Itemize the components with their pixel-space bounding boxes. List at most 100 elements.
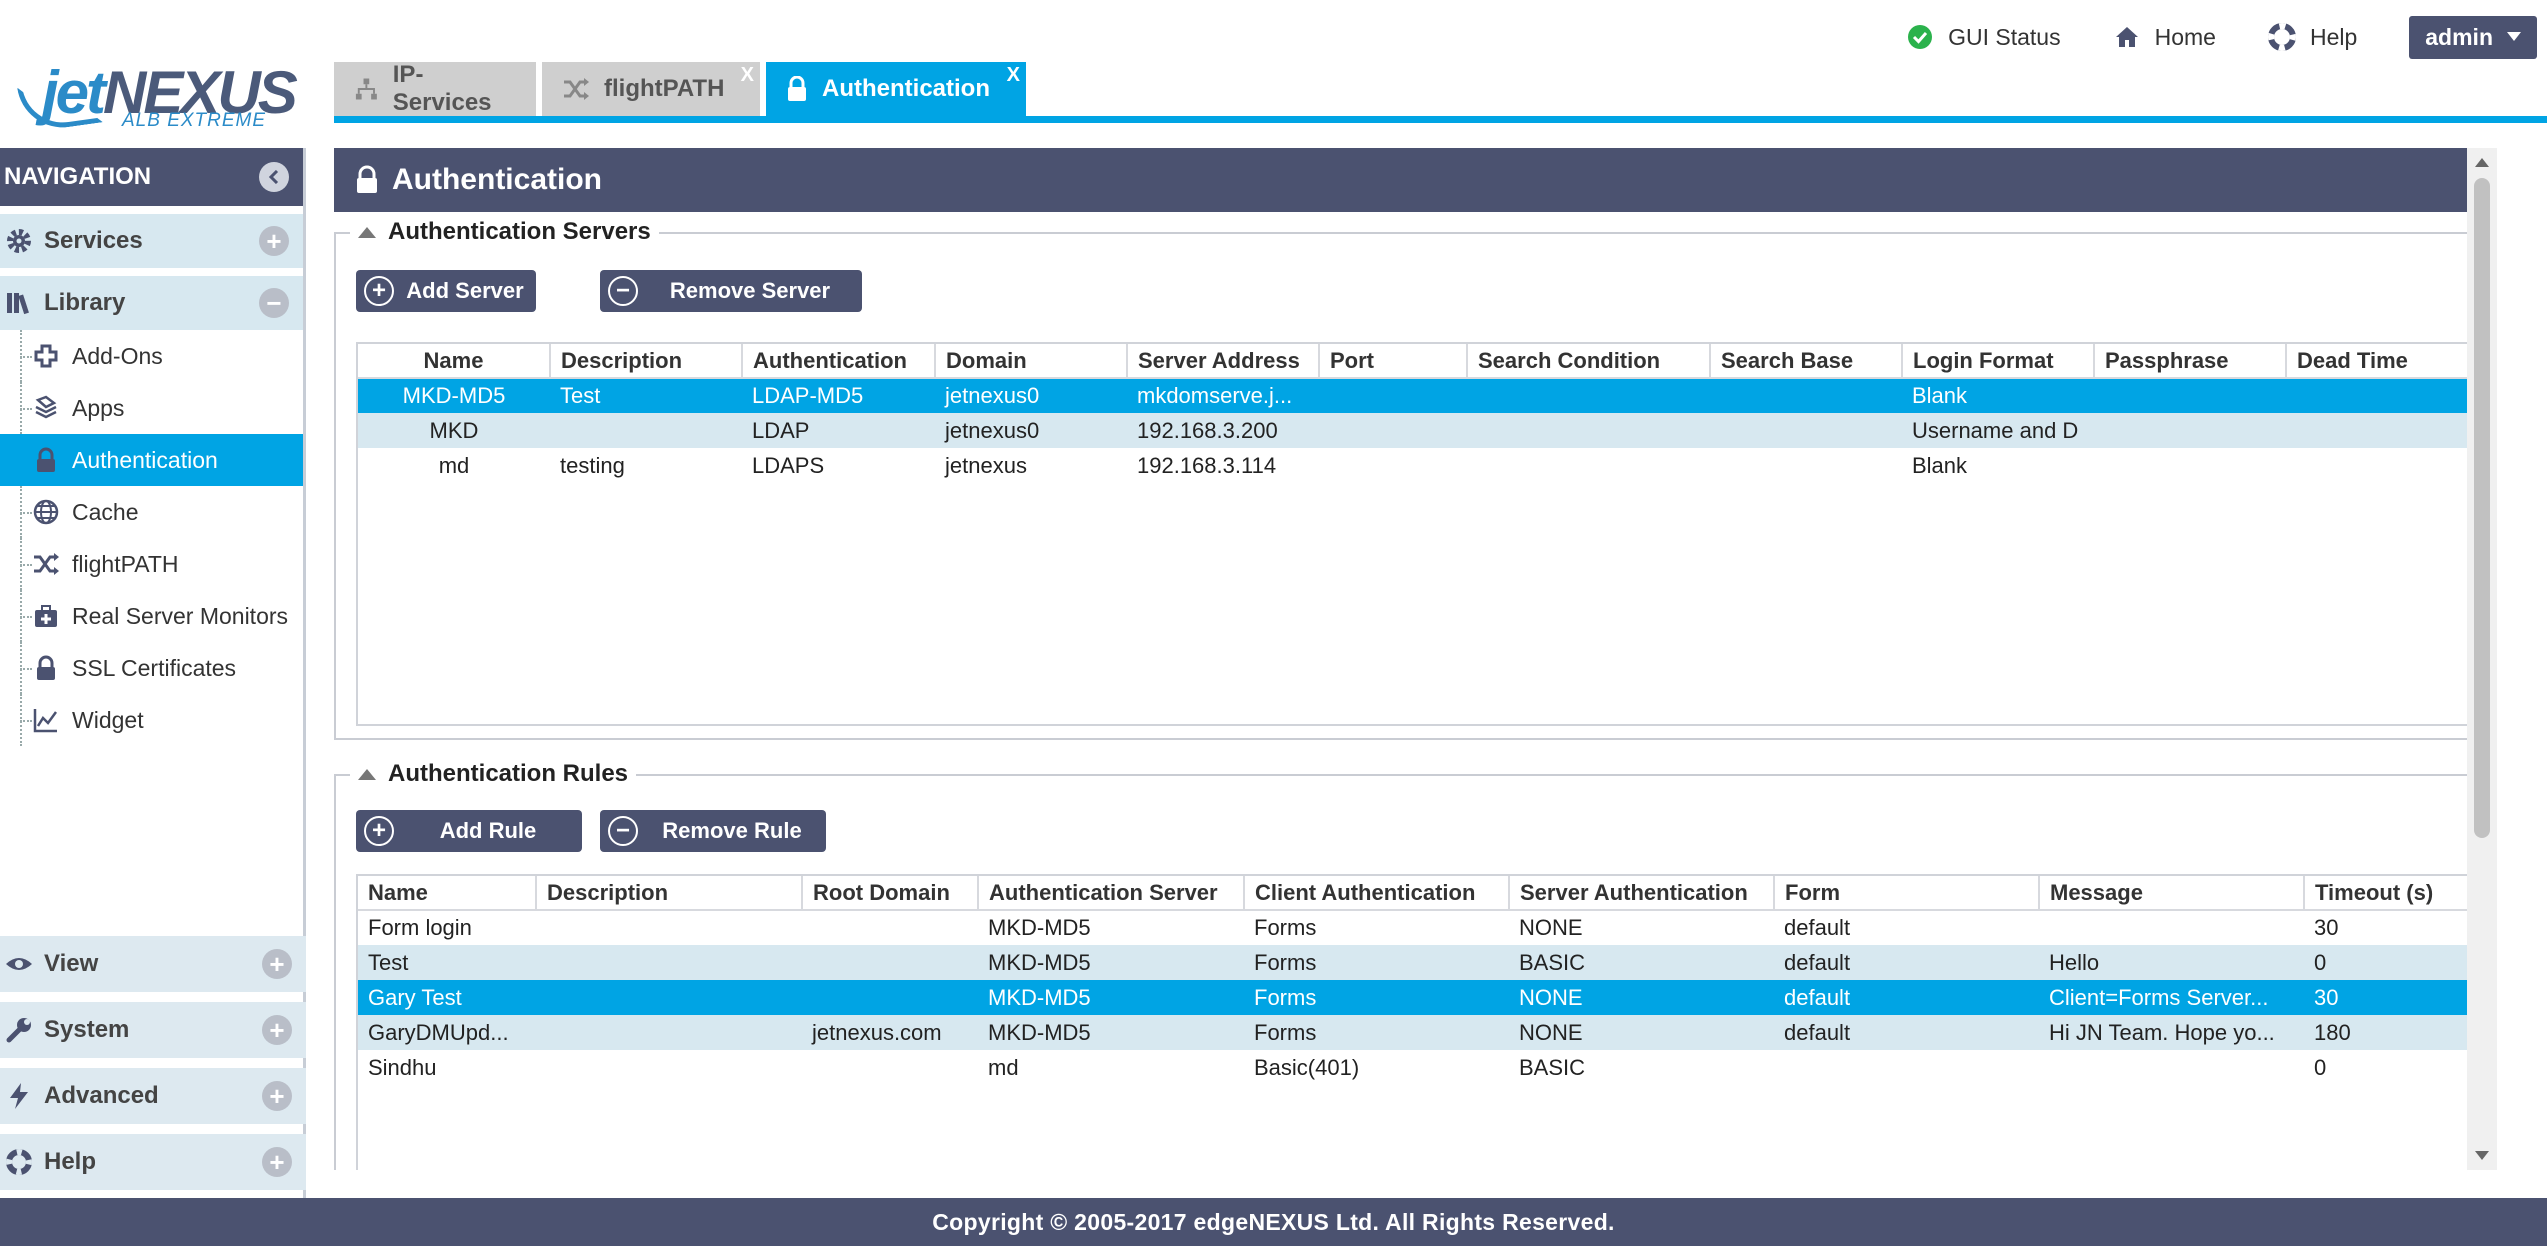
sidebar-item-ssl-certificates[interactable]: SSL Certificates (14, 642, 303, 694)
panel-header: Authentication (334, 148, 2497, 212)
tab-close-icon[interactable]: X (741, 64, 754, 87)
minus-circle-icon: − (608, 276, 638, 306)
column-header[interactable]: Root Domain (802, 876, 979, 911)
expand-icon[interactable]: + (262, 1015, 292, 1045)
table-row[interactable]: Sindhu md Basic(401) BASIC 0 (358, 1050, 2479, 1085)
tab-ip-services[interactable]: IP-Services (334, 61, 536, 116)
column-header[interactable]: Search Base (1710, 344, 1903, 379)
nav-section-services[interactable]: Services + (0, 214, 303, 268)
tab-label: Authentication (822, 75, 990, 102)
column-header[interactable]: Domain (935, 344, 1128, 379)
table-row[interactable]: GaryDMUpd... jetnexus.com MKD-MD5 Forms … (358, 1015, 2479, 1050)
nav-section-library[interactable]: Library − (0, 276, 303, 330)
add-server-button[interactable]: + Add Server (356, 270, 536, 312)
column-header[interactable]: Client Authentication (1244, 876, 1510, 911)
table-cell: Test (550, 378, 742, 413)
nav-section-advanced[interactable]: Advanced + (0, 1068, 306, 1124)
column-header[interactable]: Description (536, 876, 803, 911)
nav-section-system[interactable]: System + (0, 1002, 306, 1058)
stack-icon (35, 395, 57, 419)
table-cell: Hello (2039, 945, 2304, 980)
column-header[interactable]: Message (2039, 876, 2305, 911)
column-header[interactable]: Passphrase (2094, 344, 2287, 379)
nav-section-help[interactable]: Help + (0, 1134, 306, 1190)
nav-section-view[interactable]: View + (0, 936, 306, 992)
shuffle-icon (564, 78, 589, 100)
table-row[interactable]: Gary Test MKD-MD5 Forms NONE default Cli… (358, 980, 2479, 1015)
sidebar-item-widget[interactable]: Widget (14, 694, 303, 746)
add-rule-button[interactable]: + Add Rule (356, 810, 582, 852)
gui-status-link[interactable]: GUI Status (1906, 23, 2061, 51)
table-cell: MKD-MD5 (988, 915, 1091, 940)
expand-icon[interactable]: + (262, 1147, 292, 1177)
column-header[interactable]: Search Condition (1467, 344, 1711, 379)
scroll-up-arrow-icon[interactable] (2475, 158, 2489, 167)
table-cell (1710, 378, 1902, 413)
column-header[interactable]: Dead Time (2286, 344, 2480, 379)
help-link[interactable]: Help (2267, 23, 2357, 51)
column-header[interactable]: Form (1774, 876, 2040, 911)
sidebar-item-cache[interactable]: Cache (14, 486, 303, 538)
table-cell (1710, 413, 1902, 448)
sidebar-item-add-ons[interactable]: Add-Ons (14, 330, 303, 382)
navigation-title: NAVIGATION (4, 163, 152, 190)
collapse-icon[interactable]: − (259, 288, 289, 318)
sidebar-item-flightpath[interactable]: flightPATH (14, 538, 303, 590)
table-row[interactable]: Form login MKD-MD5 Forms NONE default 30 (358, 910, 2479, 945)
user-name: admin (2425, 23, 2493, 50)
column-header[interactable]: Name (358, 344, 551, 379)
expand-icon[interactable]: + (259, 226, 289, 256)
table-row[interactable]: MKD-MD5 Test LDAP-MD5 jetnexus0 mkdomser… (358, 378, 2479, 413)
column-header[interactable]: Authentication Server (978, 876, 1245, 911)
tab-close-icon[interactable]: X (1007, 64, 1020, 87)
navigation-header: NAVIGATION (0, 148, 303, 206)
nav-section-label: System (44, 1016, 130, 1043)
column-header[interactable]: Port (1319, 344, 1468, 379)
library-tree: Add-Ons Apps Authentication Cache flight… (0, 330, 303, 746)
table-row[interactable]: md testing LDAPS jetnexus 192.168.3.114 … (358, 448, 2479, 483)
column-header[interactable]: Server Authentication (1509, 876, 1775, 911)
table-cell: Form login (368, 915, 472, 940)
column-header[interactable]: Name (358, 876, 537, 911)
table-cell: MKD (358, 413, 550, 448)
scroll-down-arrow-icon[interactable] (2475, 1151, 2489, 1160)
lock-icon (357, 165, 377, 193)
table-cell: LDAP (742, 413, 935, 448)
sidebar-item-authentication[interactable]: Authentication (0, 434, 303, 486)
tab-flightpath[interactable]: flightPATH X (542, 62, 760, 116)
column-header[interactable]: Authentication (742, 344, 936, 379)
column-header[interactable]: Login Format (1902, 344, 2095, 379)
remove-server-label: Remove Server (669, 278, 831, 303)
add-rule-label: Add Rule (439, 818, 537, 843)
table-cell: 192.168.3.114 (1137, 452, 1277, 478)
collapse-sidebar-icon[interactable] (259, 162, 289, 192)
expand-icon[interactable]: + (262, 949, 292, 979)
table-cell: 30 (2304, 980, 2479, 1015)
user-menu-button[interactable]: admin (2409, 15, 2537, 59)
table-cell: md (988, 1054, 1019, 1080)
tab-authentication[interactable]: Authentication X (766, 62, 1026, 116)
column-header[interactable]: Server Address (1127, 344, 1320, 379)
rules-group-toggle[interactable]: Authentication Rules (350, 760, 637, 788)
remove-server-button[interactable]: − Remove Server (600, 270, 862, 312)
column-header[interactable]: Description (550, 344, 743, 379)
servers-group-toggle[interactable]: Authentication Servers (350, 218, 659, 246)
sidebar-item-real-server-monitors[interactable]: Real Server Monitors (14, 590, 303, 642)
home-link[interactable]: Home (2113, 23, 2216, 51)
table-cell: Basic(401) (1254, 1054, 1360, 1080)
sidebar-item-apps[interactable]: Apps (14, 382, 303, 434)
expand-icon[interactable]: + (262, 1081, 292, 1111)
gear-icon (7, 229, 31, 253)
table-cell: Sindhu (368, 1054, 437, 1080)
table-cell (1467, 413, 1710, 448)
column-header[interactable]: Timeout (s) (2304, 876, 2480, 911)
servers-group-title: Authentication Servers (388, 218, 651, 245)
servers-header-row: Name Description Authentication Domain S… (358, 344, 2480, 379)
table-row[interactable]: MKD LDAP jetnexus0 192.168.3.200 Usernam… (358, 413, 2479, 448)
scroll-thumb[interactable] (2474, 178, 2490, 838)
table-row[interactable]: Test MKD-MD5 Forms BASIC default Hello 0 (358, 945, 2479, 980)
vertical-scrollbar[interactable] (2467, 148, 2497, 1170)
remove-rule-button[interactable]: − Remove Rule (600, 810, 826, 852)
table-cell (1467, 378, 1710, 413)
sitemap-icon (355, 78, 377, 100)
